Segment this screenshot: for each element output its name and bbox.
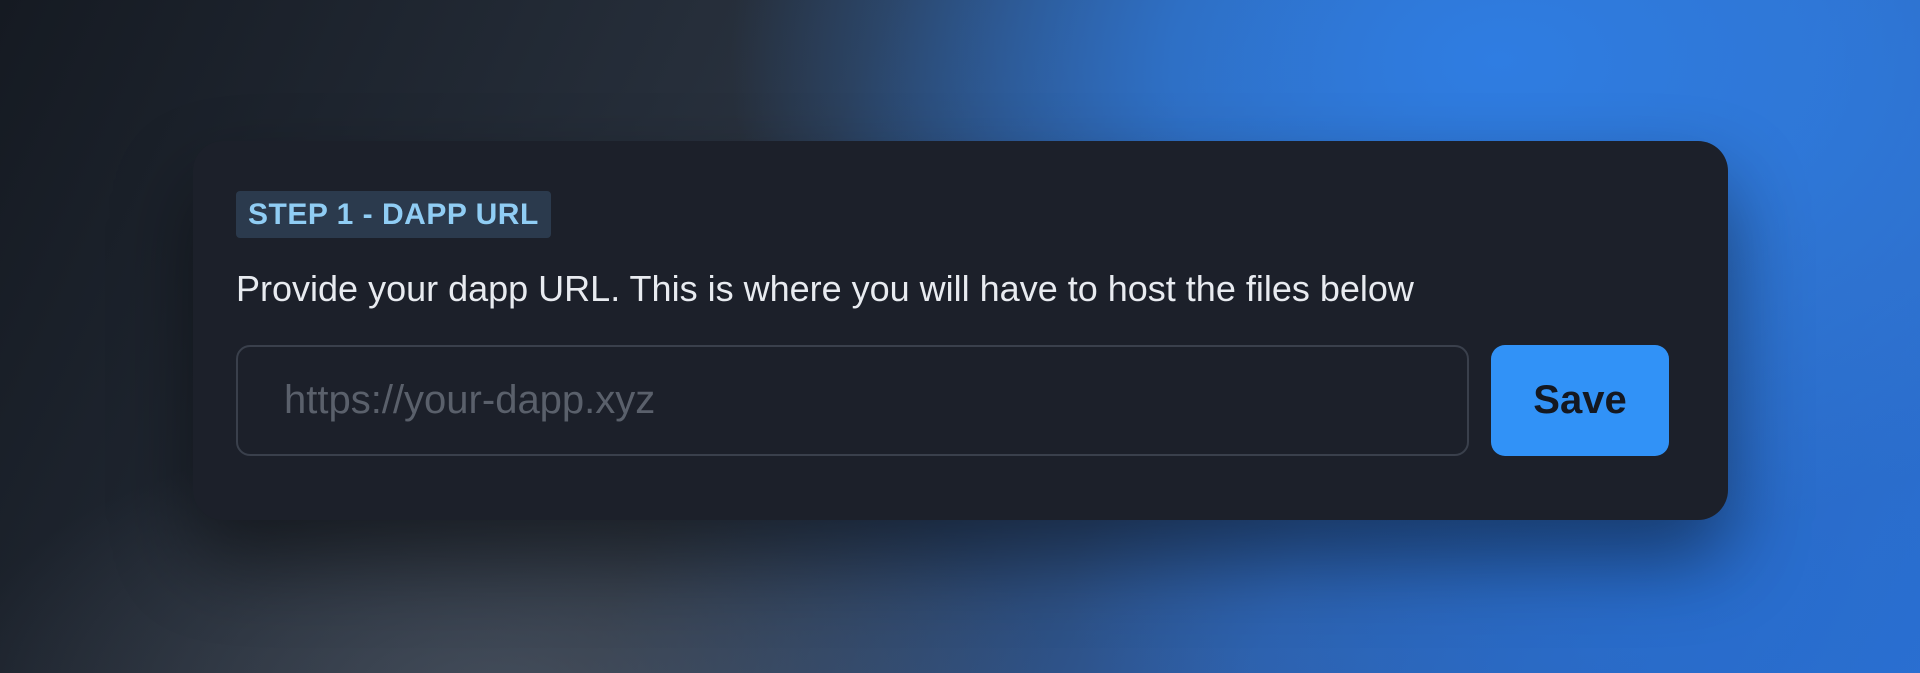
url-form-row: Save <box>236 345 1669 456</box>
step-description: Provide your dapp URL. This is where you… <box>236 268 1414 309</box>
step-badge: STEP 1 - DAPP URL <box>236 191 551 238</box>
dapp-url-input[interactable] <box>236 345 1469 456</box>
save-button[interactable]: Save <box>1491 345 1669 456</box>
dapp-url-card: STEP 1 - DAPP URL Provide your dapp URL.… <box>193 141 1728 520</box>
